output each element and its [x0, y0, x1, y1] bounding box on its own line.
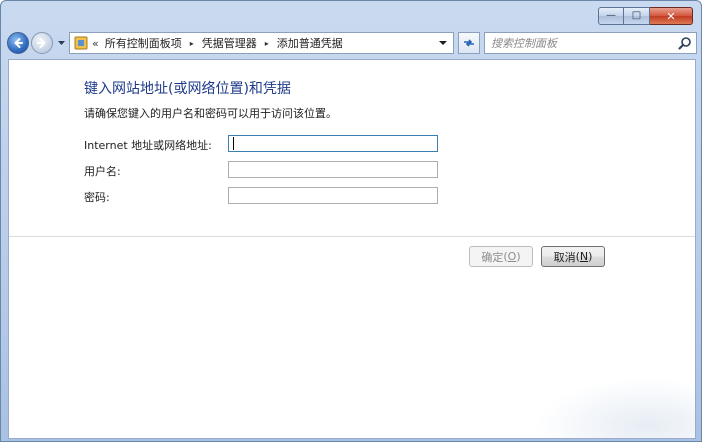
breadcrumb-item[interactable]: 添加普通凭据 — [277, 35, 343, 51]
maximize-button[interactable]: □ — [624, 7, 650, 25]
navigation-bar: « 所有控制面板项 ▸ 凭据管理器 ▸ 添加普通凭据 搜索控制面板 — [7, 31, 697, 55]
corner-shading — [535, 378, 695, 438]
close-icon: ✕ — [666, 9, 676, 23]
section-divider — [9, 236, 695, 237]
forward-arrow-icon — [37, 38, 46, 48]
breadcrumb-item[interactable]: 所有控制面板项 — [105, 35, 182, 51]
refresh-icon — [464, 39, 474, 47]
cancel-button[interactable]: 取消(N) — [541, 246, 605, 267]
password-label: 密码: — [84, 191, 110, 204]
ok-button[interactable]: 确定(O) — [469, 246, 533, 267]
minimize-button[interactable]: — — [598, 7, 624, 25]
breadcrumb-item[interactable]: 凭据管理器 — [202, 35, 257, 51]
search-box[interactable]: 搜索控制面板 — [484, 32, 697, 54]
ok-button-label: 确定 — [481, 250, 504, 264]
maximize-icon: □ — [631, 10, 642, 21]
close-button[interactable]: ✕ — [650, 7, 693, 25]
address-dropdown-icon[interactable] — [439, 39, 447, 47]
caption-buttons: — □ ✕ — [598, 7, 693, 25]
search-icon[interactable] — [678, 36, 692, 50]
breadcrumb-arrow-icon[interactable]: ▸ — [265, 39, 269, 48]
recent-pages-dropdown-icon[interactable] — [57, 38, 66, 47]
minimize-icon: — — [606, 10, 616, 21]
page-instructions: 请确保您键入的用户名和密码可以用于访问该位置。 — [84, 107, 337, 120]
internet-address-label: Internet 地址或网络地址: — [84, 139, 212, 152]
back-arrow-icon — [14, 38, 23, 48]
search-input[interactable]: 搜索控制面板 — [491, 35, 678, 51]
username-label: 用户名: — [84, 165, 121, 178]
back-button[interactable] — [7, 32, 29, 54]
cancel-button-label: 取消 — [553, 250, 576, 264]
ok-button-mnemonic: O — [507, 250, 517, 263]
text-caret — [233, 137, 234, 150]
forward-button[interactable] — [31, 32, 53, 54]
password-input[interactable] — [228, 187, 438, 204]
credential-manager-window: — □ ✕ « 所有控制面板项 ▸ 凭据管理器 ▸ 添加普通凭据 搜索控制面板 … — [0, 0, 702, 442]
username-input[interactable] — [228, 161, 438, 178]
control-panel-icon — [74, 36, 88, 50]
main-content-panel: 键入网站地址(或网络位置)和凭据 请确保您键入的用户名和密码可以用于访问该位置。… — [8, 59, 696, 439]
refresh-button[interactable] — [458, 32, 480, 54]
internet-address-input[interactable] — [228, 135, 438, 152]
breadcrumb-arrow-icon[interactable]: ▸ — [190, 39, 194, 48]
address-bar[interactable]: « 所有控制面板项 ▸ 凭据管理器 ▸ 添加普通凭据 — [69, 32, 454, 54]
page-title: 键入网站地址(或网络位置)和凭据 — [84, 81, 291, 97]
breadcrumb-overflow-icon[interactable]: « — [92, 37, 99, 50]
cancel-button-mnemonic: N — [579, 250, 589, 263]
